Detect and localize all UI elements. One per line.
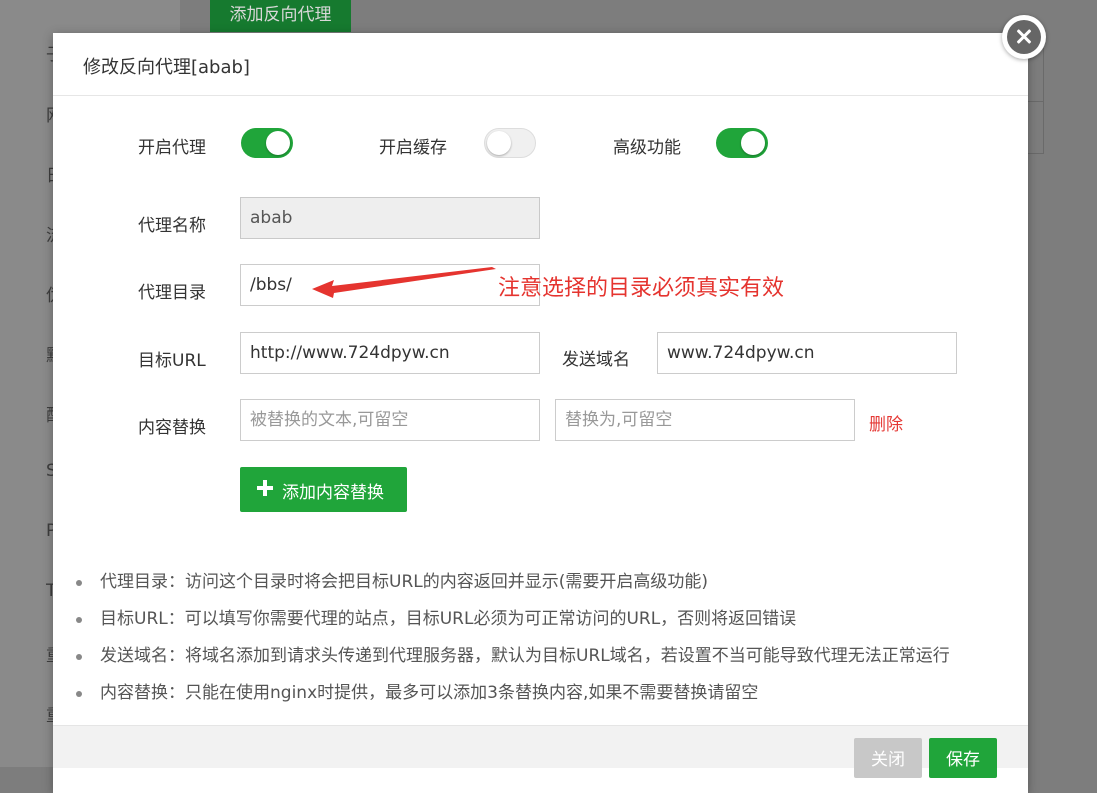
send-domain-label: 发送域名: [562, 350, 630, 370]
delete-replace-link[interactable]: 删除: [869, 410, 903, 435]
replace-from-input[interactable]: 被替换的文本,可留空: [240, 399, 540, 441]
tip-text: 发送域名：将域名添加到请求头传递到代理服务器，默认为目标URL域名，若设置不当可…: [100, 646, 950, 666]
add-content-replace-button[interactable]: 添加内容替换: [240, 467, 407, 512]
save-button[interactable]: 保存: [929, 738, 997, 778]
annotation-arrow-icon: [312, 267, 496, 298]
enable-proxy-label: 开启代理: [138, 138, 206, 158]
advanced-feature-label: 高级功能: [613, 138, 681, 158]
tip-text: 内容替换：只能在使用nginx时提供，最多可以添加3条替换内容,如果不需要替换请…: [100, 683, 759, 703]
tip-text: 代理目录：访问这个目录时将会把目标URL的内容返回并显示(需要开启高级功能): [100, 572, 708, 592]
content-replace-label: 内容替换: [138, 418, 206, 438]
tip-item: 代理目录：访问这个目录时将会把目标URL的内容返回并显示(需要开启高级功能): [75, 570, 950, 607]
add-reverse-proxy-button: 添加反向代理: [210, 0, 351, 32]
target-url-label: 目标URL: [138, 351, 206, 371]
dialog-header: 修改反向代理[abab]: [53, 33, 1028, 96]
proxy-name-field[interactable]: abab: [240, 197, 540, 239]
bullet-icon: [76, 617, 82, 623]
enable-proxy-toggle[interactable]: [241, 128, 293, 158]
plus-icon: [257, 480, 273, 496]
proxy-name-label: 代理名称: [138, 216, 206, 236]
add-content-replace-label: 添加内容替换: [282, 483, 384, 503]
tip-item: 发送域名：将域名添加到请求头传递到代理服务器，默认为目标URL域名，若设置不当可…: [75, 644, 950, 681]
dialog-title: 修改反向代理[abab]: [83, 57, 250, 78]
advanced-feature-toggle[interactable]: [716, 128, 768, 158]
tip-item: 内容替换：只能在使用nginx时提供，最多可以添加3条替换内容,如果不需要替换请…: [75, 681, 950, 718]
enable-cache-toggle[interactable]: [484, 128, 536, 158]
send-domain-field[interactable]: www.724dpyw.cn: [657, 332, 957, 374]
help-tips-list: 代理目录：访问这个目录时将会把目标URL的内容返回并显示(需要开启高级功能) 目…: [75, 570, 950, 718]
bullet-icon: [76, 691, 82, 697]
dialog-close-icon[interactable]: [1002, 15, 1046, 59]
tip-item: 目标URL：可以填写你需要代理的站点，目标URL必须为可正常访问的URL，否则将…: [75, 607, 950, 644]
proxy-dir-label: 代理目录: [138, 283, 206, 303]
replace-to-input[interactable]: 替换为,可留空: [555, 399, 855, 441]
target-url-field[interactable]: http://www.724dpyw.cn: [240, 332, 540, 374]
bullet-icon: [76, 580, 82, 586]
bullet-icon: [76, 654, 82, 660]
enable-cache-label: 开启缓存: [379, 138, 447, 158]
annotation-note: 注意选择的目录必须真实有效: [498, 276, 785, 301]
tip-text: 目标URL：可以填写你需要代理的站点，目标URL必须为可正常访问的URL，否则将…: [100, 609, 797, 629]
close-button[interactable]: 关闭: [854, 738, 922, 778]
